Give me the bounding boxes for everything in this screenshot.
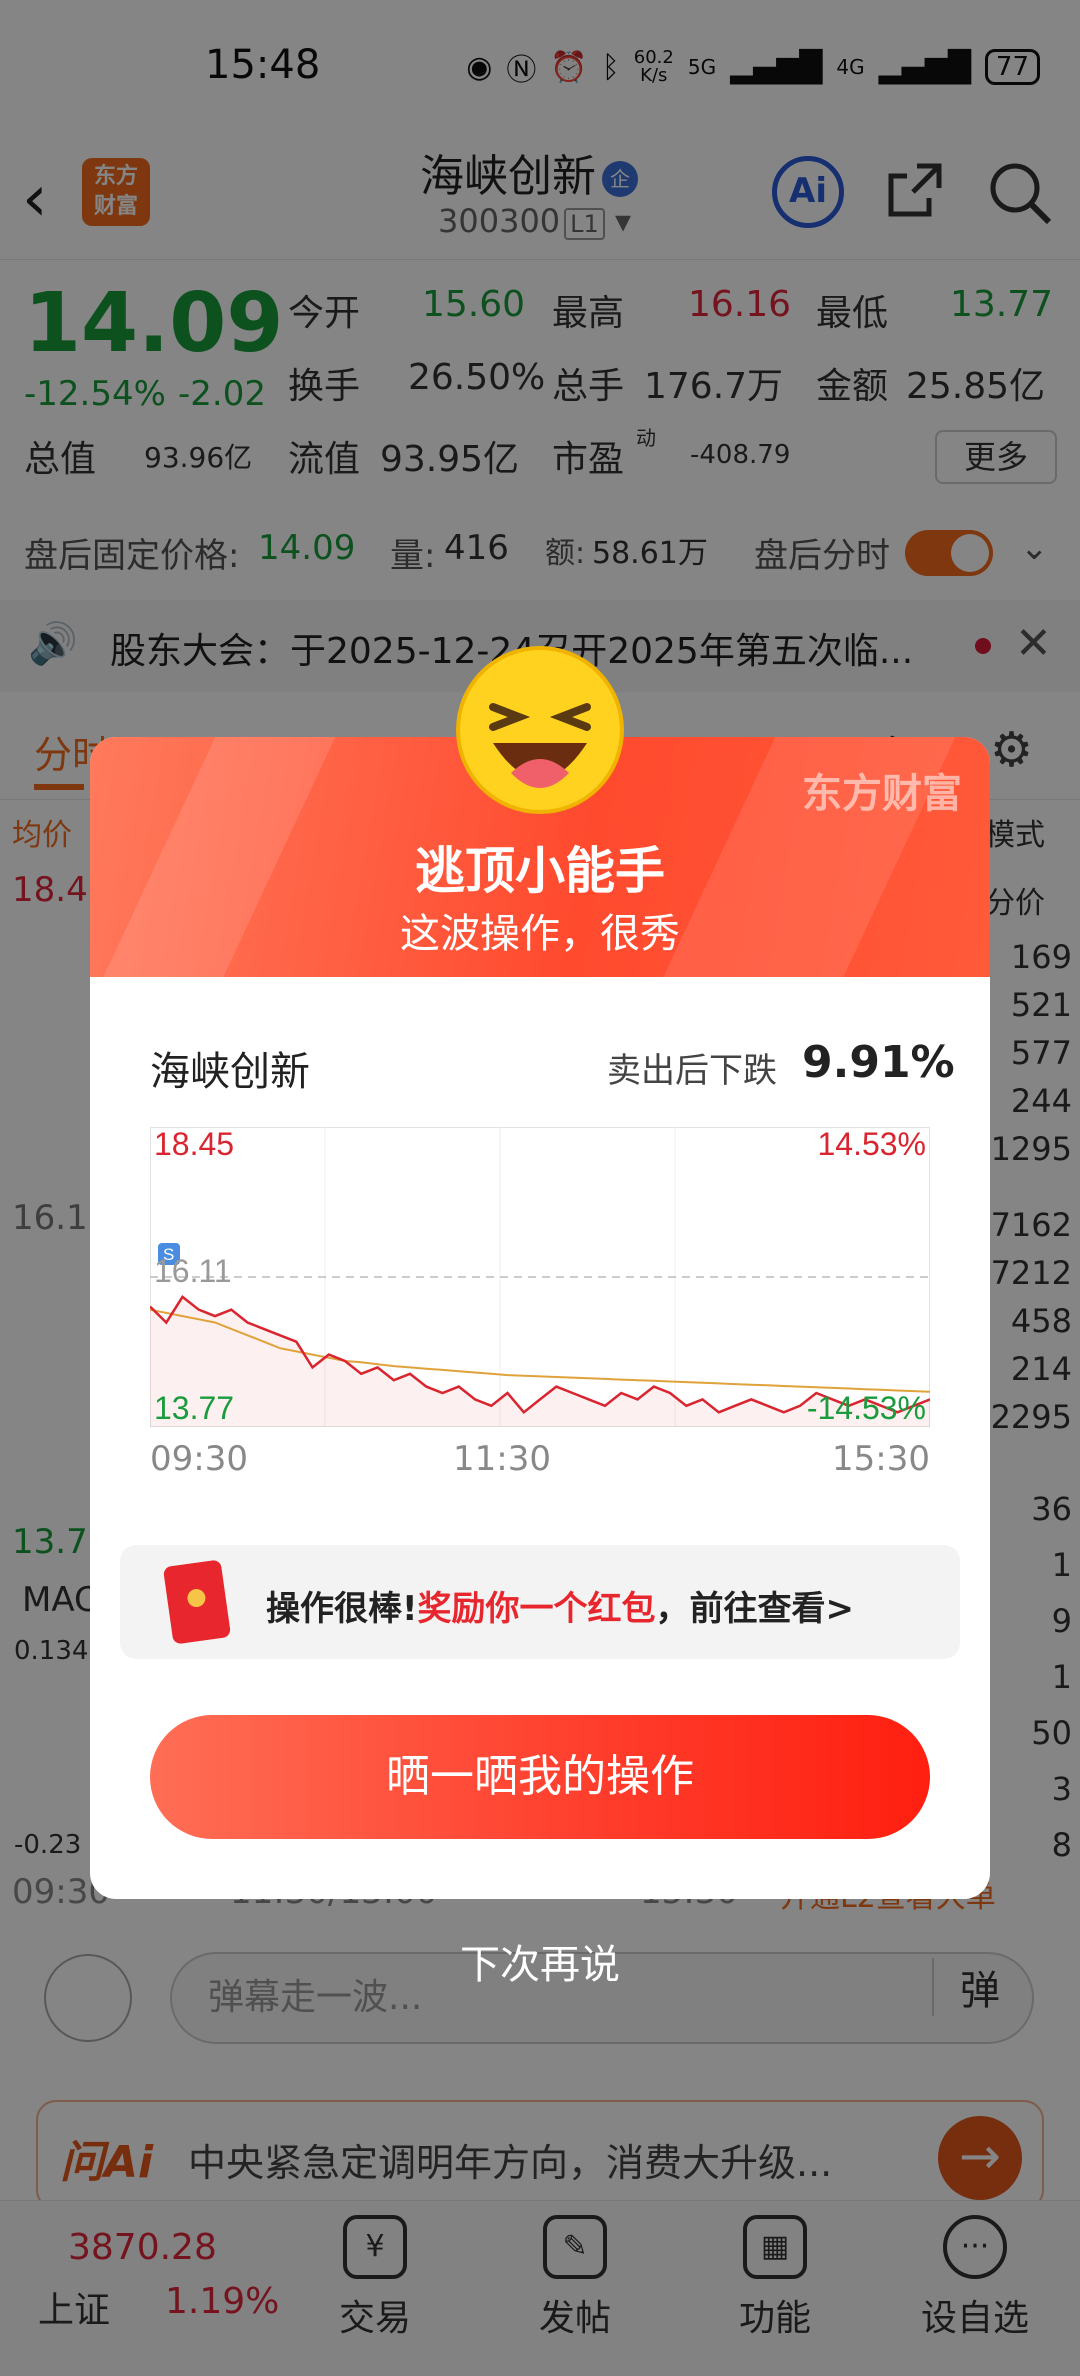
pct-min-label: -14.53%: [807, 1390, 926, 1426]
laughing-emoji-icon: [456, 646, 624, 814]
achievement-dialog: 东方财富 逃顶小能手 这波操作，很秀 海峡创新 卖出后下跌 9.91% S 18…: [90, 737, 990, 1899]
red-envelope-banner[interactable]: 操作很棒!奖励你一个红包，前往查看>: [120, 1545, 960, 1659]
x-tick-label: 09:30: [150, 1439, 248, 1479]
dialog-subtitle: 这波操作，很秀: [400, 911, 680, 957]
share-operation-button[interactable]: 晒一晒我的操作: [150, 1715, 930, 1839]
y-max-label: 18.45: [154, 1127, 234, 1162]
x-tick-label: 15:30: [832, 1439, 930, 1479]
pct-max-label: 14.53%: [817, 1127, 926, 1162]
dialog-title: 逃顶小能手: [415, 842, 665, 900]
brand-watermark: 东方财富: [802, 771, 962, 817]
mini-intraday-chart: S 18.45 13.77 16.11 14.53% -14.53%: [150, 1127, 930, 1427]
ref-label: 16.11: [154, 1253, 232, 1289]
red-envelope-message: 操作很棒!奖励你一个红包，前往查看>: [266, 1589, 855, 1629]
x-tick-label: 11:30: [453, 1439, 551, 1479]
red-envelope-icon: [162, 1559, 232, 1645]
dialog-stock-name: 海峡创新: [150, 1049, 310, 1095]
drop-after-sell-label: 卖出后下跌: [607, 1051, 777, 1091]
y-min-label: 13.77: [154, 1390, 234, 1426]
drop-after-sell-value: 9.91%: [802, 1037, 955, 1088]
dismiss-link[interactable]: 下次再说: [0, 1932, 1080, 1990]
